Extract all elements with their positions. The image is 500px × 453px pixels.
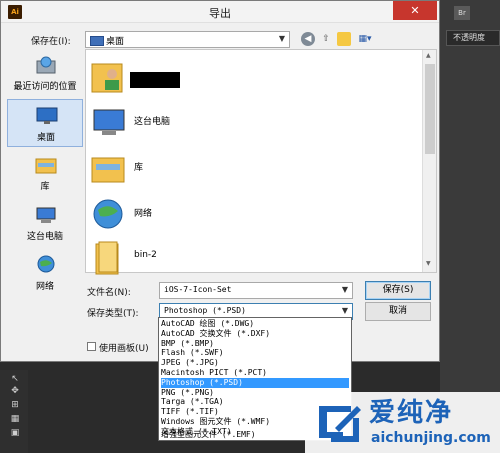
- save-button[interactable]: 保存(S): [365, 281, 431, 300]
- tool-artboard-icon[interactable]: ▣: [9, 428, 21, 438]
- recent-places-icon: [36, 56, 56, 74]
- save-in-label: 保存在(I):: [31, 37, 71, 47]
- place-label: 库: [40, 182, 50, 192]
- network-icon: [93, 199, 123, 229]
- filename-input[interactable]: iOS-7-Icon-Set ▼: [159, 282, 353, 299]
- list-item[interactable]: 网络: [90, 192, 290, 236]
- file-name: 这台电脑: [134, 117, 171, 127]
- list-item[interactable]: 这台电脑: [90, 100, 290, 144]
- redacted-username: [130, 72, 180, 88]
- option-bmp[interactable]: BMP (*.BMP): [161, 339, 349, 349]
- scroll-thumb[interactable]: [425, 64, 435, 154]
- bridge-tab[interactable]: Br: [454, 6, 470, 20]
- close-button[interactable]: ✕: [393, 1, 437, 20]
- place-label: 桌面: [36, 133, 55, 143]
- list-item[interactable]: [90, 54, 290, 98]
- libraries-icon: [35, 158, 57, 174]
- scroll-up-icon[interactable]: ▲: [426, 52, 431, 59]
- filename-value: iOS-7-Icon-Set: [164, 285, 232, 294]
- watermark-logo-icon: [319, 406, 361, 442]
- place-libraries[interactable]: 库: [7, 149, 83, 197]
- tool-selection-icon[interactable]: ↖: [9, 374, 21, 384]
- chevron-down-icon: ▼: [341, 306, 348, 315]
- tool-move-icon[interactable]: ✥: [9, 386, 21, 396]
- file-name: 网络: [134, 209, 153, 219]
- scroll-down-icon[interactable]: ▼: [426, 260, 431, 267]
- place-network[interactable]: 网络: [7, 249, 83, 297]
- up-folder-icon[interactable]: ⇧: [319, 32, 333, 46]
- opacity-label[interactable]: 不透明度: [446, 30, 500, 46]
- use-artboards-checkbox[interactable]: [87, 342, 96, 351]
- computer-icon: [93, 109, 125, 135]
- computer-icon: [36, 207, 56, 223]
- back-icon[interactable]: ◀: [301, 32, 315, 46]
- dialog-title: 导出: [209, 7, 231, 20]
- place-desktop[interactable]: 桌面: [7, 99, 83, 147]
- file-list[interactable]: 这台电脑 库 网络 bin-2 ▲ ▼: [85, 49, 437, 275]
- option-dxf[interactable]: AutoCAD 交换文件 (*.DXF): [161, 329, 349, 339]
- libraries-icon: [91, 157, 125, 183]
- watermark-url: aichunjing.com: [371, 430, 491, 446]
- option-swf[interactable]: Flash (*.SWF): [161, 348, 349, 358]
- new-folder-icon[interactable]: [337, 32, 351, 46]
- desktop-icon: [36, 107, 58, 124]
- tool-chart-icon[interactable]: ▦: [9, 414, 21, 424]
- option-pct[interactable]: Macintosh PICT (*.PCT): [161, 368, 349, 378]
- tool-grid-icon[interactable]: ⊞: [9, 400, 21, 410]
- file-name: 库: [134, 163, 144, 173]
- place-recent[interactable]: 最近访问的位置: [7, 49, 83, 97]
- save-in-value: 桌面: [106, 37, 125, 47]
- cancel-button[interactable]: 取消: [365, 302, 431, 321]
- chevron-down-icon: ▼: [278, 34, 285, 43]
- view-menu-icon[interactable]: ▦▾: [355, 32, 375, 46]
- place-label: 最近访问的位置: [13, 82, 77, 92]
- use-artboards-label: 使用画板(U): [99, 344, 149, 354]
- chevron-down-icon: ▼: [341, 285, 348, 294]
- title-bar: Ai 导出 ✕: [1, 1, 439, 23]
- option-jpg[interactable]: JPEG (*.JPG): [161, 358, 349, 368]
- watermark: 爱纯净 aichunjing.com: [305, 392, 500, 453]
- desktop-mini-icon: [90, 36, 104, 46]
- file-name: bin-2: [134, 250, 157, 260]
- tools-panel: ↖ ✥ ⊞ ▦ ▣: [0, 370, 28, 453]
- folder-icon: [95, 241, 119, 275]
- filetype-label: 保存类型(T):: [87, 309, 139, 319]
- network-icon: [37, 255, 55, 273]
- list-item[interactable]: 库: [90, 146, 290, 190]
- export-dialog: Ai 导出 ✕ 保存在(I): 桌面 ▼ ◀ ⇧ ▦▾ 最近访问的位置 桌面 库…: [0, 0, 440, 362]
- option-psd[interactable]: Photoshop (*.PSD): [161, 377, 349, 388]
- option-dwg[interactable]: AutoCAD 绘图 (*.DWG): [161, 319, 349, 329]
- app-right-panel: [440, 0, 500, 453]
- places-bar: 最近访问的位置 桌面 库 这台电脑 网络: [7, 49, 83, 355]
- watermark-brand: 爱纯净: [369, 398, 454, 428]
- save-in-select[interactable]: 桌面 ▼: [85, 31, 290, 48]
- filetype-value: Photoshop (*.PSD): [164, 306, 246, 315]
- filename-label: 文件名(N):: [87, 288, 131, 298]
- place-label: 网络: [35, 282, 54, 292]
- user-folder-icon: [91, 63, 123, 93]
- place-label: 这台电脑: [26, 232, 63, 242]
- list-item[interactable]: bin-2: [90, 236, 290, 280]
- scrollbar[interactable]: ▲ ▼: [422, 50, 436, 272]
- place-computer[interactable]: 这台电脑: [7, 199, 83, 247]
